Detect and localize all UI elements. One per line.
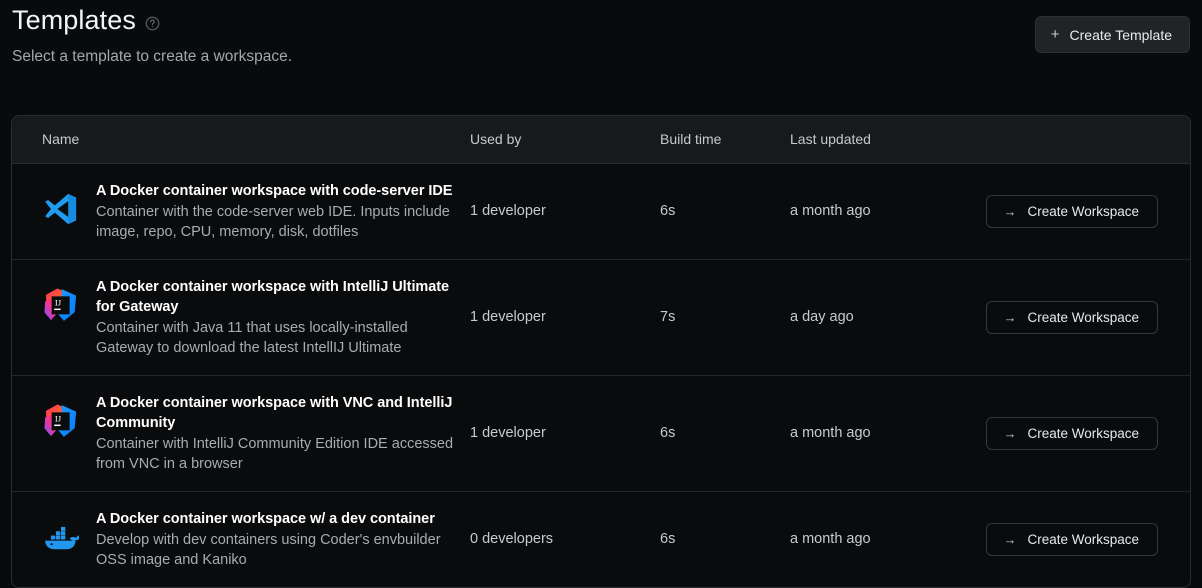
create-workspace-label: Create Workspace <box>1027 203 1139 219</box>
template-description: Container with IntelliJ Community Editio… <box>96 435 454 472</box>
docker-icon <box>42 518 80 556</box>
templates-page: Templates Select a template to create a … <box>0 0 1202 588</box>
title-row: Templates <box>12 0 1190 36</box>
arrow-right-icon: → <box>1003 531 1017 547</box>
template-description: Container with Java 11 that uses locally… <box>96 319 408 356</box>
build-time-value: 6s <box>660 375 790 492</box>
svg-text:IJ: IJ <box>55 297 62 307</box>
used-by-value: 0 developers <box>470 531 554 547</box>
row-action-cell: → Create Workspace <box>978 491 1190 587</box>
intellij-icon: IJ <box>42 286 80 324</box>
last-updated-value: a month ago <box>790 531 871 547</box>
create-workspace-label: Create Workspace <box>1027 425 1139 441</box>
column-header-name: Name <box>12 116 470 164</box>
create-workspace-label: Create Workspace <box>1027 309 1139 325</box>
last-updated-value: a month ago <box>790 375 978 492</box>
column-header-used-by: Used by <box>470 116 660 164</box>
arrow-right-icon: → <box>1003 425 1017 441</box>
table-row[interactable]: A Docker container workspace with code-s… <box>12 163 1190 260</box>
table-row[interactable]: IJ A Docker container workspace with Inte… <box>12 259 1190 376</box>
template-name: A Docker container workspace w/ a dev co… <box>96 510 435 527</box>
build-time-value: 6s <box>660 531 676 547</box>
used-by-value: 1 developer <box>470 375 660 492</box>
table-row[interactable]: IJ A Docker container workspace with VNC … <box>12 375 1190 492</box>
create-workspace-button[interactable]: → Create Workspace <box>986 522 1158 556</box>
page-header: Templates Select a template to create a … <box>0 0 1202 67</box>
plus-icon: + <box>1050 25 1060 43</box>
build-time-value: 7s <box>660 259 790 376</box>
template-description: Develop with dev containers using Coder'… <box>96 531 441 568</box>
row-action-cell: → Create Workspace <box>978 375 1190 492</box>
template-name-cell[interactable]: A Docker container workspace w/ a dev co… <box>12 491 470 587</box>
page-subtitle: Select a template to create a workspace. <box>12 48 293 65</box>
used-by-value: 1 developer <box>470 163 660 260</box>
arrow-right-icon: → <box>1003 203 1017 219</box>
create-template-button[interactable]: + Create Template <box>1034 16 1190 53</box>
template-name-cell[interactable]: IJ A Docker container workspace with Inte… <box>12 259 470 376</box>
template-name: A Docker container workspace with Intell… <box>96 278 450 315</box>
row-action-cell: → Create Workspace <box>978 163 1190 260</box>
svg-text:IJ: IJ <box>55 413 62 423</box>
create-workspace-button[interactable]: → Create Workspace <box>986 300 1158 334</box>
build-time-value: 6s <box>660 163 790 260</box>
template-name: A Docker container workspace with VNC an… <box>96 394 453 431</box>
help-circle-icon[interactable] <box>145 16 160 31</box>
last-updated-value: a month ago <box>790 163 978 260</box>
template-description: Container with the code-server web IDE. … <box>96 203 450 240</box>
table-header-row: Name Used by Build time Last updated <box>12 116 1190 164</box>
templates-table: Name Used by Build time Last updated A D… <box>11 115 1191 588</box>
column-header-last-updated: Last updated <box>790 116 978 164</box>
template-name-cell[interactable]: IJ A Docker container workspace with VNC … <box>12 375 470 492</box>
create-workspace-button[interactable]: → Create Workspace <box>986 416 1158 450</box>
template-name: A Docker container workspace with code-s… <box>96 182 453 199</box>
create-workspace-label: Create Workspace <box>1027 531 1139 547</box>
create-workspace-button[interactable]: → Create Workspace <box>986 194 1158 228</box>
vscode-icon <box>42 190 80 228</box>
row-action-cell: → Create Workspace <box>978 259 1190 376</box>
intellij-icon: IJ <box>44 403 77 437</box>
column-header-actions <box>978 116 1190 164</box>
table-body: A Docker container workspace with code-s… <box>12 163 1190 587</box>
intellij-icon: IJ <box>44 287 77 321</box>
vscode-icon <box>45 193 77 224</box>
template-name-cell[interactable]: A Docker container workspace with code-s… <box>12 163 470 260</box>
table-row[interactable]: A Docker container workspace w/ a dev co… <box>12 491 1190 587</box>
column-header-build-time: Build time <box>660 116 790 164</box>
table-header: Name Used by Build time Last updated <box>12 116 1190 164</box>
arrow-right-icon: → <box>1003 309 1017 325</box>
intellij-icon: IJ <box>42 402 80 440</box>
last-updated-value: a day ago <box>790 259 978 376</box>
used-by-value: 1 developer <box>470 259 660 376</box>
create-template-label: Create Template <box>1069 26 1172 43</box>
page-title: Templates <box>12 5 136 35</box>
docker-icon <box>45 526 79 549</box>
